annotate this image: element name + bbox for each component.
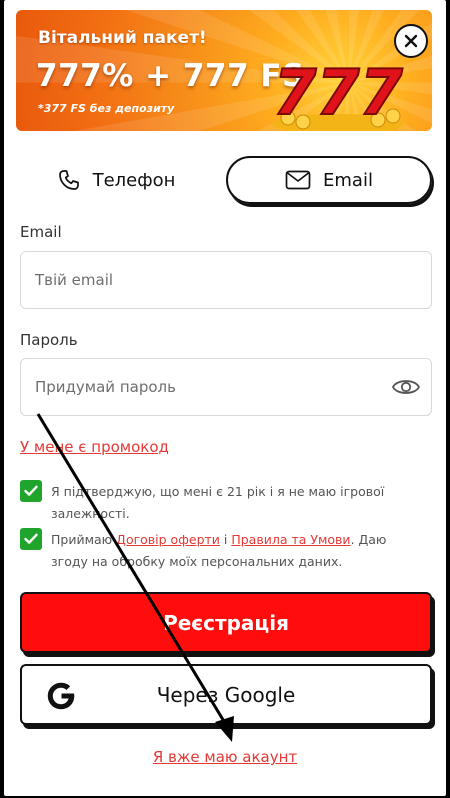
register-button[interactable]: Реєстрація: [20, 592, 432, 653]
terms-middle: і: [219, 532, 232, 547]
close-icon: [404, 34, 418, 48]
banner-headline: 777% + 777 FS: [36, 58, 305, 94]
email-label: Email: [20, 223, 62, 241]
google-signup-button[interactable]: Через Google: [20, 664, 432, 725]
terms-consent-checkbox[interactable]: [20, 528, 42, 550]
show-password-eye-icon[interactable]: [391, 374, 421, 400]
offer-agreement-link[interactable]: Договір оферти: [116, 532, 220, 547]
terms-consent-text: Приймаю Договір оферти і Правила та Умов…: [51, 529, 421, 573]
password-field-box[interactable]: [20, 358, 432, 416]
email-field[interactable]: [35, 271, 365, 289]
tab-phone[interactable]: Телефон: [16, 156, 216, 204]
promo-code-link[interactable]: У мене є промокод: [20, 438, 169, 456]
banner-note: *377 FS без депозиту: [38, 102, 175, 115]
email-field-box[interactable]: [20, 251, 432, 309]
age-consent-text: Я підтверджую, що мені є 21 рік і я не м…: [51, 484, 385, 521]
slot-777-text: 777: [273, 56, 403, 129]
google-button-label: Через Google: [156, 682, 296, 707]
checkmark-icon: [24, 485, 38, 496]
checkmark-icon: [24, 533, 38, 544]
terms-prefix: Приймаю: [51, 532, 117, 547]
password-field[interactable]: [35, 378, 365, 396]
tab-email[interactable]: Email: [226, 156, 432, 204]
welcome-banner[interactable]: Вітальний пакет! 777% + 777 FS *377 FS б…: [16, 10, 432, 131]
register-button-label: Реєстрація: [163, 610, 289, 635]
existing-account-link[interactable]: Я вже маю акаунт: [0, 748, 450, 766]
envelope-icon: [285, 170, 311, 190]
google-g-icon: [47, 682, 75, 710]
age-consent-checkbox[interactable]: [20, 480, 42, 502]
phone-icon: [58, 170, 79, 190]
terms-and-conditions-link[interactable]: Правила та Умови: [231, 532, 350, 547]
close-banner-button[interactable]: [394, 24, 428, 58]
password-label: Пароль: [20, 331, 78, 349]
tab-phone-label: Телефон: [92, 169, 176, 191]
banner-title: Вітальний пакет!: [38, 28, 207, 48]
slot-777-icon: 777: [272, 55, 405, 131]
tab-email-label: Email: [323, 169, 373, 191]
